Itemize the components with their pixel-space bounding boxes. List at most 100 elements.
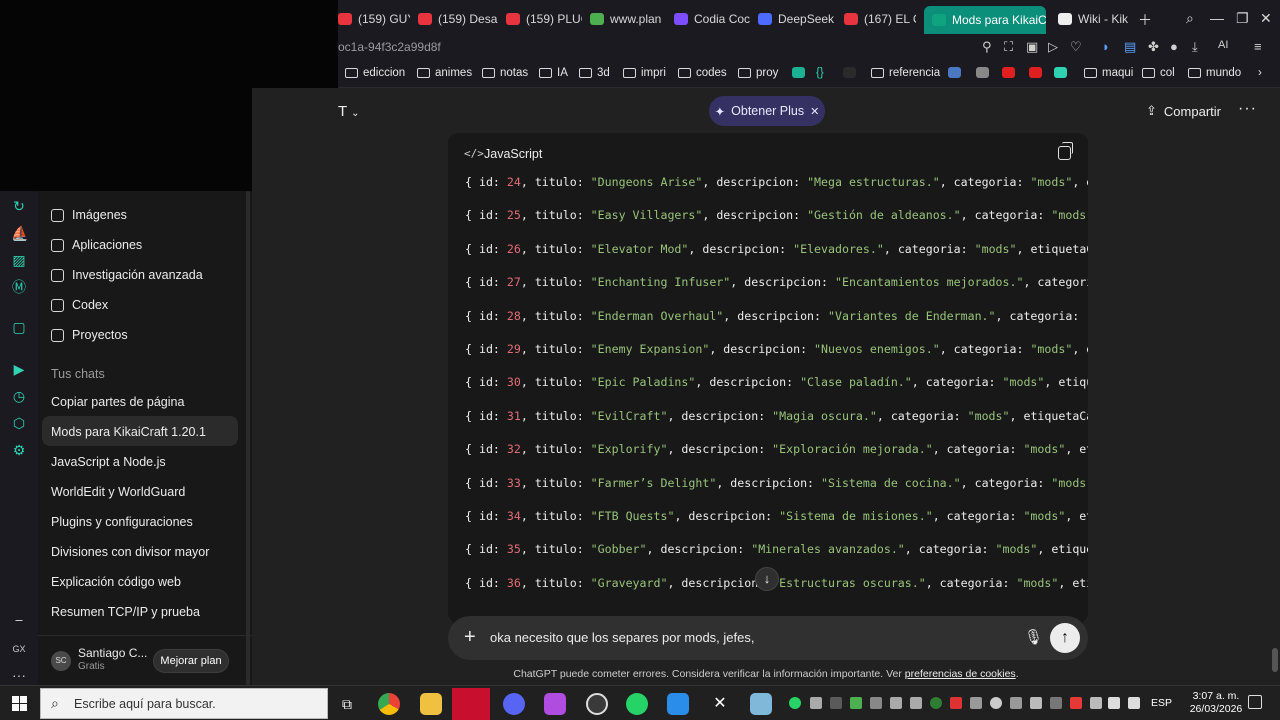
file-explorer-icon[interactable] — [420, 693, 442, 715]
history-icon[interactable]: ◷ — [11, 388, 27, 404]
extensions-cube-icon[interactable]: ⬡ — [11, 415, 27, 431]
bookmark-icon[interactable] — [1054, 67, 1067, 78]
bookmark-folder[interactable]: codes — [678, 67, 727, 79]
opera-gx-icon[interactable] — [452, 688, 490, 720]
tray-battery-icon[interactable] — [1128, 697, 1140, 709]
share-button[interactable]: ⇪ Compartir — [1146, 103, 1221, 119]
get-plus-button[interactable]: ✦ Obtener Plus ✕ — [709, 96, 825, 126]
gx-icon[interactable]: GX — [11, 641, 27, 657]
browser-tab[interactable]: Mods para KikaiCra — [924, 6, 1046, 34]
tray-app12-icon[interactable] — [1070, 697, 1082, 709]
app-icon[interactable] — [544, 693, 566, 715]
menu-icon[interactable]: ≡ — [1254, 39, 1262, 54]
sidebar-nav-item[interactable]: Proyectos — [51, 328, 128, 342]
minimize-icon[interactable]: — — [1210, 10, 1224, 26]
taskbar-search[interactable]: ⌕ Escribe aquí para buscar. — [40, 688, 328, 719]
language-indicator[interactable]: ESP — [1151, 697, 1172, 709]
tray-nvidia-icon[interactable] — [850, 697, 862, 709]
tray-app11-icon[interactable] — [1050, 697, 1062, 709]
tray-network-icon[interactable] — [1090, 697, 1102, 709]
twitch-icon[interactable]: ▢ — [11, 319, 27, 335]
tray-app6-icon[interactable] — [930, 697, 942, 709]
tray-app10-icon[interactable] — [1030, 697, 1042, 709]
chat-history-item[interactable]: Divisiones con divisor mayor — [51, 545, 209, 559]
send-button[interactable]: ↑ — [1050, 623, 1080, 653]
chat-history-item[interactable]: Resumen TCP/IP y prueba — [51, 605, 200, 619]
chat-history-item[interactable]: Explicación código web — [51, 575, 181, 589]
chat-history-item[interactable]: WorldEdit y WorldGuard — [51, 485, 185, 499]
chrome-icon[interactable] — [378, 693, 400, 715]
more-options-button[interactable]: ··· — [1238, 100, 1257, 118]
browser-tab[interactable]: DeepSeek — [758, 7, 834, 31]
settings-icon[interactable]: ⚙ — [11, 442, 27, 458]
tray-app3-icon[interactable] — [870, 697, 882, 709]
attach-plus-icon[interactable]: + — [464, 626, 476, 648]
ship-icon[interactable]: ⛵ — [11, 225, 28, 241]
bookmark-folder[interactable]: 3d — [579, 67, 610, 79]
tray-volume-icon[interactable] — [1108, 697, 1120, 709]
bookmark-folder[interactable]: impri — [623, 67, 666, 79]
bookmark-folder[interactable]: ediccion — [345, 67, 405, 79]
more-icon[interactable]: ··· — [11, 667, 27, 683]
bookmark-icon[interactable] — [1002, 67, 1015, 78]
aria-icon[interactable]: ↻ — [11, 198, 27, 214]
sidebar-nav-item[interactable]: Aplicaciones — [51, 238, 142, 252]
screenshot-icon[interactable]: ⛶ — [1004, 39, 1013, 55]
m-app-icon[interactable]: Ⓜ — [11, 279, 27, 295]
tray-steam-icon[interactable] — [990, 697, 1002, 709]
new-tab-icon[interactable]: ＋ — [1138, 10, 1152, 30]
close-icon[interactable]: ✕ — [810, 105, 819, 118]
chat-history-item[interactable]: Plugins y configuraciones — [51, 515, 193, 529]
browser-tab[interactable]: www.plan — [590, 7, 662, 31]
bookmark-icon[interactable] — [976, 67, 989, 78]
tray-app-icon[interactable] — [810, 697, 822, 709]
play-icon[interactable]: ▷ — [1048, 39, 1058, 55]
chat-history-item[interactable]: JavaScript a Node.js — [51, 455, 166, 469]
profile-icon[interactable]: ● — [1170, 39, 1178, 54]
windows-start-icon[interactable] — [12, 696, 27, 711]
bookmark-folder[interactable]: notas — [482, 67, 528, 79]
user-footer[interactable]: SC Santiago C... Gratis Mejorar plan — [38, 635, 252, 685]
message-input[interactable]: oka necesito que los separes por mods, j… — [490, 630, 754, 645]
maximize-icon[interactable]: ❐ — [1236, 10, 1249, 27]
notifications-icon[interactable] — [1248, 695, 1262, 709]
bookmark-icon[interactable] — [843, 67, 856, 78]
task-view-icon[interactable]: ⧉ — [336, 693, 358, 715]
bookmark-folder[interactable]: referencia — [871, 67, 940, 79]
avatar[interactable]: SC — [51, 651, 71, 671]
bookmark-folder[interactable]: proy — [738, 67, 778, 79]
bookmark-folder[interactable]: mundo — [1188, 67, 1241, 79]
tray-whatsapp-icon[interactable] — [789, 697, 801, 709]
message-composer[interactable]: + oka necesito que los separes por mods,… — [448, 616, 1088, 660]
bookmarks-more-icon[interactable]: › — [1258, 67, 1262, 79]
clock[interactable]: 3:07 a. m. 26/03/2026 — [1186, 690, 1246, 716]
browser-tab[interactable]: (167) EL C — [844, 7, 916, 31]
player-icon[interactable]: ▶ — [11, 361, 27, 377]
bookmark-icon[interactable] — [1029, 67, 1042, 78]
bookmark-folder[interactable]: IA — [539, 67, 568, 79]
sidebar-nav-item[interactable]: Investigación avanzada — [51, 268, 203, 282]
pin-icon[interactable]: ⚲ — [982, 39, 992, 55]
upgrade-plan-button[interactable]: Mejorar plan — [153, 649, 229, 673]
url-text[interactable]: oc1a-94f3c2a99d8f — [338, 40, 441, 54]
discord-icon[interactable] — [503, 693, 525, 715]
copy-icon[interactable] — [1058, 142, 1073, 160]
tray-app4-icon[interactable] — [890, 697, 902, 709]
browser-tab[interactable]: (159) GUY — [338, 7, 410, 31]
bookmark-folder[interactable]: col — [1142, 67, 1175, 79]
sidebar-scrollbar[interactable] — [246, 191, 250, 685]
download-icon[interactable]: ⤓ — [1192, 39, 1198, 55]
ai-button[interactable]: AI — [1218, 39, 1228, 51]
browser-tab[interactable]: (159) PLUG — [506, 7, 582, 31]
bookmark-icon[interactable] — [948, 67, 961, 78]
browser-tab[interactable]: Wiki - Kika — [1058, 7, 1128, 31]
search-tabs-icon[interactable]: ⌕ — [1186, 10, 1194, 27]
tray-app8-icon[interactable] — [970, 697, 982, 709]
translate-icon[interactable]: ▤ — [1124, 39, 1136, 55]
bookmark-icon[interactable] — [792, 67, 805, 78]
bookmark-folder[interactable]: animes — [417, 67, 472, 79]
cookie-preferences-link[interactable]: preferencias de cookies — [905, 668, 1016, 680]
sidebar-nav-item[interactable]: Imágenes — [51, 208, 127, 222]
tray-app7-icon[interactable] — [950, 697, 962, 709]
notepad-icon[interactable] — [750, 693, 772, 715]
